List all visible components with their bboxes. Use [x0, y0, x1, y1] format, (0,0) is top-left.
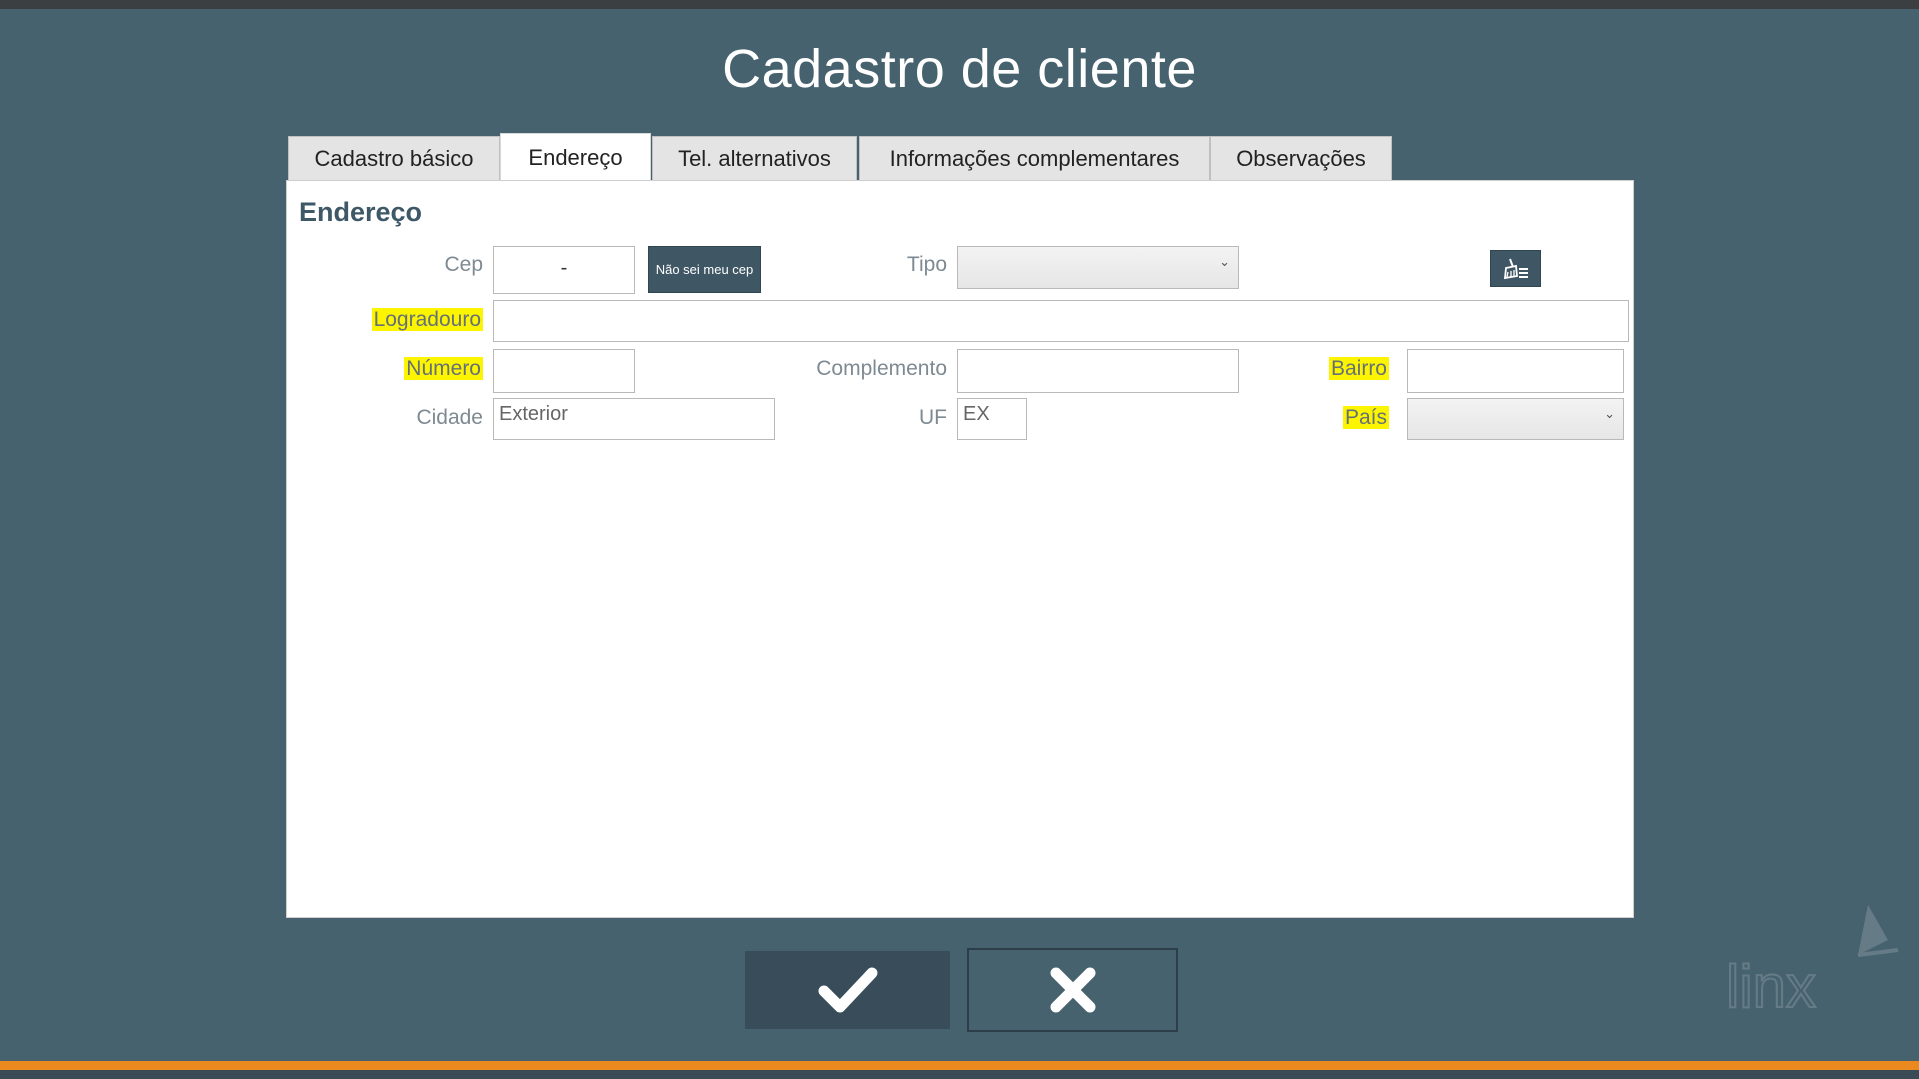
confirm-button[interactable]	[745, 951, 950, 1029]
logradouro-label: Logradouro	[347, 306, 483, 334]
tab-cadastro-basico[interactable]: Cadastro básico	[288, 136, 500, 180]
linx-logo: linx	[1718, 895, 1918, 1030]
pais-label-text: País	[1342, 406, 1389, 429]
tab-endereco[interactable]: Endereço	[500, 133, 651, 181]
numero-label: Número	[347, 355, 483, 383]
bairro-input[interactable]	[1407, 349, 1624, 393]
svg-text:linx: linx	[1726, 953, 1816, 1020]
address-panel: Endereço Cep - Não sei meu cep Tipo ⌄ Lo…	[286, 180, 1634, 918]
chevron-down-icon: ⌄	[1604, 406, 1615, 421]
bairro-label-text: Bairro	[1328, 357, 1389, 380]
cidade-label: Cidade	[416, 406, 483, 429]
logradouro-input[interactable]	[493, 300, 1629, 342]
check-icon	[818, 967, 877, 1013]
numero-label-text: Número	[404, 357, 483, 380]
pais-select[interactable]: ⌄	[1407, 398, 1624, 440]
cidade-input[interactable]: Exterior	[493, 398, 775, 440]
cancel-button[interactable]	[967, 948, 1178, 1032]
cep-label: Cep	[444, 253, 483, 276]
tipo-label: Tipo	[906, 253, 947, 276]
complemento-input[interactable]	[957, 349, 1239, 393]
accent-bar	[0, 1061, 1919, 1070]
section-title: Endereço	[299, 197, 423, 227]
footer-bar	[0, 1070, 1919, 1079]
chevron-down-icon: ⌄	[1219, 254, 1230, 269]
numero-input[interactable]	[493, 349, 635, 393]
cep-input[interactable]: -	[493, 246, 635, 294]
unknown-cep-button[interactable]: Não sei meu cep	[648, 246, 761, 293]
clear-form-button[interactable]	[1490, 250, 1541, 287]
tipo-select[interactable]: ⌄	[957, 246, 1239, 289]
bairro-label: Bairro	[1287, 355, 1389, 383]
broom-list-icon	[1503, 258, 1528, 279]
uf-label: UF	[919, 406, 947, 429]
tab-informacoes-complementares[interactable]: Informações complementares	[859, 136, 1210, 180]
complemento-label: Complemento	[816, 357, 947, 380]
page-title: Cadastro de cliente	[722, 39, 1197, 99]
pais-label: País	[1287, 404, 1389, 432]
close-icon	[1050, 967, 1095, 1013]
logradouro-label-text: Logradouro	[371, 308, 483, 331]
top-bar	[0, 0, 1919, 9]
tab-tel-alternativos[interactable]: Tel. alternativos	[652, 136, 857, 180]
tab-observacoes[interactable]: Observações	[1210, 136, 1392, 180]
uf-input[interactable]: EX	[957, 398, 1027, 440]
